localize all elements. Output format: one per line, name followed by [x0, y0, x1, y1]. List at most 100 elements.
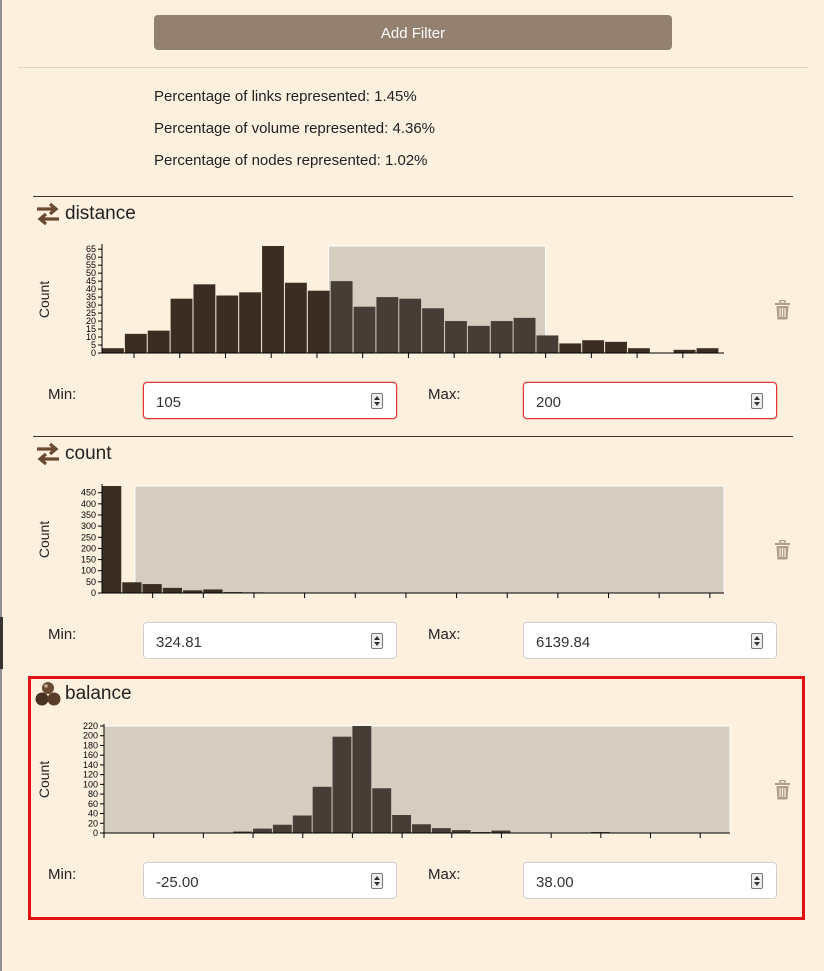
- selection-brush: [134, 485, 725, 594]
- selection-brush: [103, 725, 731, 834]
- histogram-bar: [422, 308, 445, 353]
- filter-title: distance: [65, 203, 136, 224]
- histogram-bar: [307, 290, 330, 353]
- stepper-icon[interactable]: [751, 873, 763, 889]
- balance-max-field[interactable]: [523, 862, 777, 899]
- y-axis-label: Count: [36, 521, 52, 558]
- histogram-bar: [142, 584, 162, 593]
- y-tick-label: 220: [83, 722, 98, 731]
- histogram-bar: [162, 587, 183, 593]
- y-axis-label: Count: [36, 281, 52, 318]
- histogram-bar: [272, 824, 292, 833]
- filter-title: balance: [65, 683, 132, 704]
- max-label: Max:: [428, 626, 461, 643]
- balance-min-input[interactable]: [156, 872, 356, 892]
- histogram-count[interactable]: 0501001502002503003504004505001,0001,500…: [33, 482, 733, 600]
- histogram-bar: [239, 292, 262, 353]
- y-tick-label: 40: [88, 809, 98, 819]
- trash-icon[interactable]: [774, 540, 791, 560]
- max-label: Max:: [428, 386, 461, 403]
- stepper-icon[interactable]: [371, 873, 383, 889]
- distance-min-input[interactable]: [156, 392, 356, 412]
- coins-icon: [35, 682, 61, 706]
- y-tick-label: 80: [88, 789, 98, 799]
- count-min-input[interactable]: [156, 632, 356, 652]
- stat-links-represented: Percentage of links represented: 1.45%: [154, 88, 417, 105]
- y-tick-label: 0: [93, 828, 98, 838]
- histogram-bar: [376, 297, 399, 353]
- trash-icon[interactable]: [774, 300, 791, 320]
- count-max-input[interactable]: [536, 632, 736, 652]
- histogram-bar: [262, 246, 284, 353]
- stepper-icon[interactable]: [751, 633, 763, 649]
- histogram-bar: [431, 828, 451, 833]
- window-left-edge: [0, 0, 2, 971]
- y-tick-label: 60: [88, 799, 98, 809]
- min-label: Min:: [48, 626, 77, 643]
- histogram-bar: [490, 321, 513, 353]
- y-tick-label: 20: [88, 818, 98, 828]
- filter-header-balance: balance: [35, 682, 132, 706]
- histogram-bar: [216, 295, 239, 353]
- histogram-bar: [445, 321, 467, 353]
- distance-min-field[interactable]: [143, 382, 397, 419]
- filter-header-count: count: [35, 442, 111, 466]
- y-tick-label: 160: [83, 750, 98, 760]
- histogram-bar: [102, 486, 122, 593]
- y-tick-label: 200: [83, 731, 98, 741]
- histogram-bar: [536, 335, 559, 353]
- y-tick-label: 120: [83, 770, 98, 780]
- window-left-marker: [0, 617, 3, 669]
- filter-title: count: [65, 443, 112, 464]
- histogram-bar: [193, 284, 216, 353]
- y-tick-label: 250: [81, 532, 96, 542]
- y-tick-label: 50: [86, 577, 96, 587]
- add-filter-button[interactable]: Add Filter: [154, 15, 672, 50]
- stepper-icon[interactable]: [371, 633, 383, 649]
- histogram-bar: [147, 330, 170, 353]
- balance-min-field[interactable]: [143, 862, 397, 899]
- histogram-bar: [124, 333, 147, 353]
- histogram-distance[interactable]: 0510152025303540455055606520406080100120…: [33, 242, 733, 360]
- histogram-balance[interactable]: 020406080100120140160180200220-25-20-15-…: [33, 722, 733, 840]
- histogram-bar: [122, 582, 142, 593]
- distance-max-field[interactable]: [523, 382, 777, 419]
- y-tick-label: 350: [81, 510, 96, 520]
- y-tick-label: 200: [81, 543, 96, 553]
- swap-arrows-icon: [37, 443, 59, 465]
- y-tick-label: 65: [86, 244, 96, 254]
- section-divider: [33, 436, 793, 437]
- histogram-bar: [292, 815, 312, 833]
- y-tick-label: 450: [81, 488, 96, 498]
- stepper-icon[interactable]: [751, 393, 763, 409]
- histogram-bar: [330, 281, 353, 353]
- stepper-icon[interactable]: [371, 393, 383, 409]
- trash-icon[interactable]: [774, 780, 791, 800]
- histogram-bar: [399, 298, 422, 353]
- histogram-bar: [332, 736, 352, 833]
- histogram-bar: [627, 348, 650, 353]
- histogram-bar: [696, 348, 719, 353]
- swap-arrows-icon: [37, 203, 59, 225]
- y-tick-label: 300: [81, 521, 96, 531]
- balance-max-input[interactable]: [536, 872, 736, 892]
- y-tick-label: 100: [83, 779, 98, 789]
- y-tick-label: 180: [83, 740, 98, 750]
- y-tick-label: 150: [81, 555, 96, 565]
- y-tick-label: 100: [81, 566, 96, 576]
- count-max-field[interactable]: [523, 622, 777, 659]
- section-divider: [33, 196, 793, 197]
- histogram-bar: [513, 317, 536, 353]
- histogram-bar: [605, 341, 627, 353]
- y-tick-label: 0: [91, 588, 96, 598]
- count-min-field[interactable]: [143, 622, 397, 659]
- stat-nodes-represented: Percentage of nodes represented: 1.02%: [154, 152, 428, 169]
- histogram-bar: [102, 348, 124, 353]
- histogram-bar: [467, 325, 490, 353]
- distance-max-input[interactable]: [536, 392, 736, 412]
- histogram-bar: [582, 340, 605, 353]
- histogram-bar: [392, 815, 412, 833]
- divider: [18, 67, 808, 68]
- filter-header-distance: distance: [35, 202, 136, 226]
- y-tick-label: 400: [81, 499, 96, 509]
